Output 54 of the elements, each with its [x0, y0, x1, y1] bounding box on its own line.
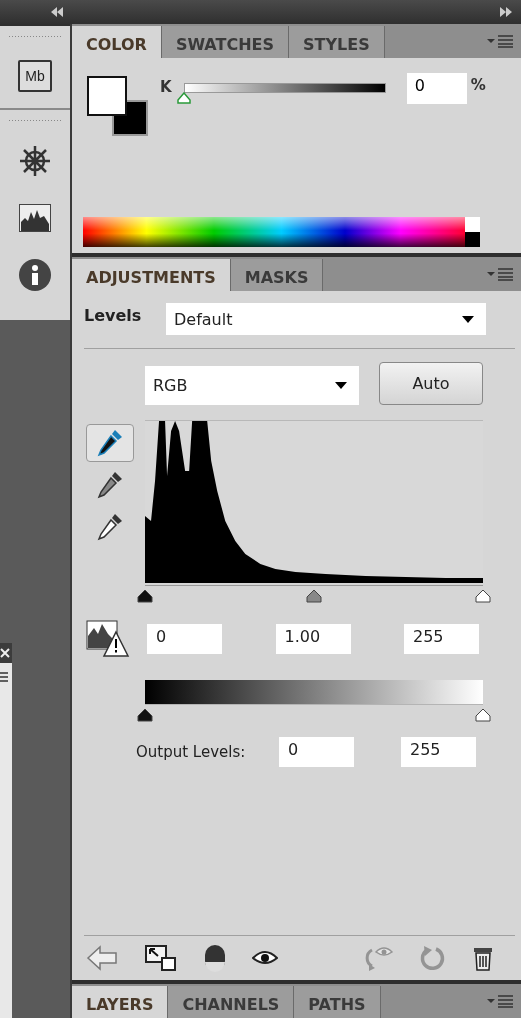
input-level-field[interactable]: 0 [147, 624, 222, 654]
ship-wheel-icon[interactable] [18, 144, 52, 178]
clip-to-layer-icon[interactable] [144, 944, 178, 972]
panel-tab[interactable]: PATHS [294, 986, 381, 1018]
default-colors-button[interactable] [465, 217, 480, 247]
channel-dropdown[interactable]: RGB [145, 366, 359, 405]
eyedropper-icon [96, 470, 124, 500]
caret-icon [462, 315, 474, 323]
menu-icon[interactable] [0, 671, 8, 683]
caret-icon [335, 382, 347, 389]
eye-icon[interactable] [252, 950, 278, 966]
slider-thumb[interactable] [306, 589, 322, 603]
panel-menu-icon[interactable] [487, 994, 513, 1008]
preset-dropdown[interactable]: Default [166, 303, 486, 335]
panel-tab[interactable]: LAYERS [72, 986, 169, 1018]
output-level-field[interactable]: 255 [401, 737, 476, 767]
slider-thumb[interactable] [176, 92, 191, 104]
eyedropper-icon [96, 512, 124, 542]
input-level-field[interactable]: 255 [404, 624, 479, 654]
eyedropper-button[interactable] [86, 424, 134, 462]
collapse-icon[interactable] [50, 7, 64, 17]
back-arrow-icon[interactable] [86, 945, 118, 971]
panel-tab[interactable]: ADJUSTMENTS [72, 259, 231, 291]
output-levels-label: Output Levels: [136, 743, 247, 761]
panel-tab[interactable]: CHANNELS [168, 986, 295, 1018]
slider-thumb[interactable] [137, 589, 153, 603]
panel-menu-icon[interactable] [487, 267, 513, 281]
panel-tab[interactable]: STYLES [289, 26, 385, 58]
color-spectrum-bar[interactable] [83, 217, 480, 247]
panel-menu-icon[interactable] [487, 34, 513, 48]
input-level-field[interactable]: 1.00 [275, 624, 351, 654]
panel-tab[interactable]: MASKS [230, 259, 324, 291]
grip-icon[interactable] [8, 35, 62, 38]
info-icon[interactable] [18, 258, 52, 292]
panel-tab[interactable]: COLOR [72, 26, 162, 58]
trash-icon[interactable] [472, 945, 494, 971]
slider-thumb[interactable] [475, 589, 491, 603]
auto-button[interactable]: Auto [379, 362, 483, 405]
adjustment-title: Levels [84, 305, 143, 325]
unit-label: % [470, 76, 486, 94]
histogram-icon[interactable] [19, 204, 51, 232]
clipping-warning-icon[interactable] [86, 620, 130, 658]
channel-label: K [160, 78, 172, 96]
eyedropper-icon [96, 428, 124, 458]
slider-thumb[interactable] [475, 708, 491, 722]
capsule-icon[interactable] [204, 944, 226, 972]
mini-bridge-button[interactable]: Mb [18, 60, 52, 92]
grip-icon[interactable] [8, 119, 62, 122]
close-icon[interactable] [0, 648, 10, 658]
value-field[interactable]: 0 [406, 73, 467, 104]
slider-thumb[interactable] [137, 708, 153, 722]
expand-icon[interactable] [499, 7, 513, 17]
output-level-field[interactable]: 0 [279, 737, 354, 767]
panel-tab[interactable]: SWATCHES [161, 26, 289, 58]
